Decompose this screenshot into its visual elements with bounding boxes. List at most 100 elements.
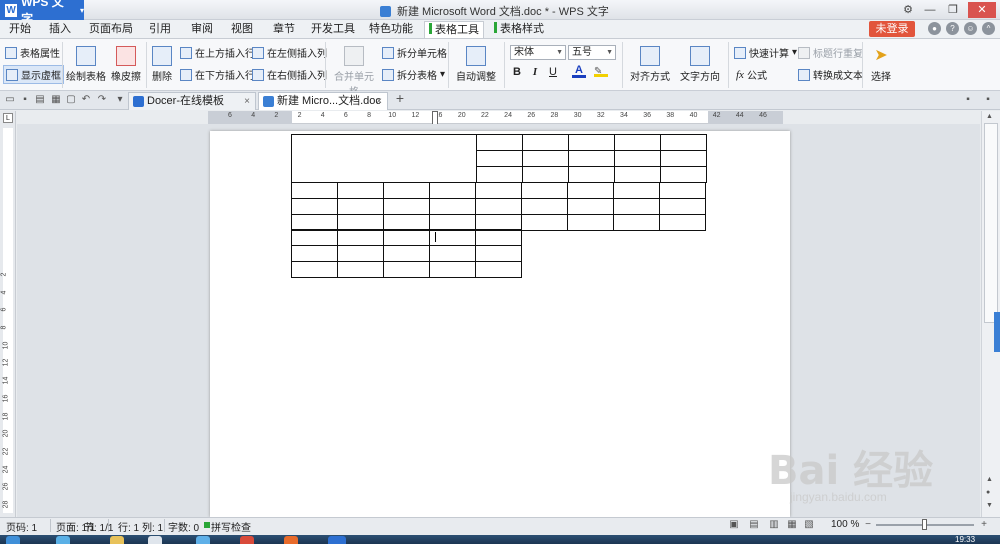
table-cell[interactable] — [613, 182, 660, 199]
table-cell[interactable] — [521, 198, 568, 215]
table-cell[interactable] — [613, 198, 660, 215]
table-cell[interactable] — [522, 166, 569, 183]
table-cell[interactable] — [429, 229, 476, 246]
table-cell[interactable] — [383, 261, 430, 278]
table-cell[interactable] — [475, 182, 522, 199]
customize-toolbar-icon[interactable]: ▾ — [114, 94, 126, 106]
highlight-icon[interactable]: ✎ — [594, 66, 608, 77]
new-tab-icon[interactable]: + — [394, 91, 406, 105]
tab-insert[interactable]: 插入 — [44, 21, 76, 38]
app-icon[interactable] — [148, 536, 162, 544]
minimize-button[interactable]: — — [922, 2, 938, 18]
formula-button[interactable]: fx 公式 — [736, 67, 767, 83]
table-cell[interactable] — [660, 166, 707, 183]
table-cell[interactable] — [521, 182, 568, 199]
print-icon[interactable]: ▦ — [50, 94, 62, 106]
app-menu-button[interactable]: W WPS 文字 ▾ — [0, 0, 84, 26]
tab-review[interactable]: 审阅 — [186, 21, 218, 38]
table-cell[interactable] — [522, 134, 569, 151]
table-cell[interactable] — [429, 261, 476, 278]
font-size-select[interactable]: 五号 ▼ — [568, 45, 616, 60]
page-down-icon[interactable]: ▼ — [986, 502, 993, 509]
font-color-button[interactable]: A — [572, 64, 586, 78]
table-cell[interactable] — [659, 198, 706, 215]
align-button[interactable]: 对齐方式 — [626, 46, 674, 83]
status-section[interactable]: 节: 1/1 — [84, 519, 113, 534]
table-cell[interactable] — [337, 198, 384, 215]
reading-view-icon[interactable]: ▥ — [768, 519, 780, 531]
login-button[interactable]: 未登录 — [869, 21, 915, 37]
scrollbar-thumb[interactable] — [984, 123, 998, 323]
close-button[interactable]: ✕ — [968, 2, 996, 18]
status-words[interactable]: 字数: 0 — [168, 519, 199, 534]
table-cell[interactable] — [291, 182, 338, 199]
tab-special[interactable]: 特色功能 — [367, 21, 415, 38]
table-cell[interactable] — [383, 182, 430, 199]
table-cell[interactable] — [337, 182, 384, 199]
insert-row-above-button[interactable]: 在上方插入行 — [180, 45, 255, 60]
table-cell[interactable] — [337, 261, 384, 278]
tab-view[interactable]: 视图 — [226, 21, 258, 38]
table-cell[interactable] — [475, 198, 522, 215]
tab-table-style[interactable]: 表格样式 — [490, 21, 548, 38]
table-cell[interactable] — [429, 182, 476, 199]
zoom-in-icon[interactable]: + — [978, 519, 990, 531]
table-cell[interactable] — [429, 245, 476, 262]
help-icon[interactable]: ? — [946, 22, 959, 35]
bold-button[interactable]: B — [510, 65, 524, 80]
table-cell[interactable] — [476, 166, 523, 183]
status-page[interactable]: 页码: 1 — [6, 519, 37, 534]
app-icon[interactable] — [284, 536, 298, 544]
font-name-select[interactable]: 宋体 ▼ — [510, 45, 566, 60]
spell-check-button[interactable]: 拼写检查 — [211, 519, 251, 534]
tab-menu-icon[interactable]: ▪ — [982, 94, 994, 106]
table-cell[interactable] — [476, 150, 523, 167]
table-cell[interactable] — [291, 245, 338, 262]
split-cells-button[interactable]: 拆分单元格 — [382, 45, 447, 60]
status-col[interactable]: 列: 1 — [142, 519, 163, 534]
save-icon[interactable]: ▪ — [19, 94, 31, 106]
eraser-button[interactable]: 橡皮擦 — [108, 46, 144, 83]
repeat-header-button[interactable]: 标题行重复 — [798, 45, 863, 60]
table-cell[interactable] — [476, 134, 523, 151]
web-view-icon[interactable]: ▧ — [803, 519, 815, 531]
table-cell[interactable] — [291, 198, 338, 215]
outline-view-icon[interactable]: ▦ — [786, 519, 798, 531]
table-cell[interactable] — [660, 150, 707, 167]
tab-references[interactable]: 引用 — [144, 21, 176, 38]
open-folder-icon[interactable]: ▭ — [4, 94, 16, 106]
quick-calc-button[interactable]: 快速计算 ▾ — [734, 45, 797, 60]
auto-fit-button[interactable]: 自动调整 — [452, 46, 500, 83]
print-preview-icon[interactable]: ▢ — [65, 94, 77, 106]
select-browse-icon[interactable]: ● — [986, 489, 990, 496]
insert-col-left-button[interactable]: 在左侧插入列 — [252, 45, 327, 60]
table-cell[interactable] — [568, 166, 615, 183]
insert-col-right-button[interactable]: 在右侧插入列 — [252, 67, 327, 82]
status-row[interactable]: 行: 1 — [118, 519, 139, 534]
table-cell[interactable] — [475, 245, 522, 262]
undo-icon[interactable]: ↶ — [80, 94, 92, 106]
table-bottom-block[interactable] — [291, 229, 522, 278]
explorer-icon[interactable] — [110, 536, 124, 544]
table-cell[interactable] — [614, 166, 661, 183]
table-cell[interactable] — [429, 198, 476, 215]
split-table-button[interactable]: 拆分表格 ▾ — [382, 67, 445, 82]
restore-button[interactable]: ❐ — [945, 2, 961, 18]
table-cell[interactable] — [660, 134, 707, 151]
table-properties-button[interactable]: 表格属性 — [5, 45, 60, 60]
page-up-icon[interactable]: ▲ — [986, 476, 993, 483]
table-cell[interactable] — [337, 229, 384, 246]
table-cell[interactable] — [521, 214, 568, 231]
draw-table-button[interactable]: 绘制表格 — [66, 46, 106, 83]
convert-text-button[interactable]: 转换成文本 — [798, 67, 863, 82]
table-cell[interactable] — [383, 245, 430, 262]
fullscreen-icon[interactable]: ▣ — [728, 519, 740, 531]
select-button[interactable]: ➤ 选择 — [866, 46, 896, 83]
table-cell[interactable] — [291, 261, 338, 278]
zoom-out-icon[interactable]: − — [862, 519, 874, 531]
doc-tab-docer[interactable]: Docer-在线模板 × — [128, 92, 256, 110]
table-cell[interactable] — [337, 245, 384, 262]
table-cell[interactable] — [475, 229, 522, 246]
start-button-icon[interactable] — [6, 536, 20, 544]
italic-button[interactable]: I — [528, 65, 542, 80]
